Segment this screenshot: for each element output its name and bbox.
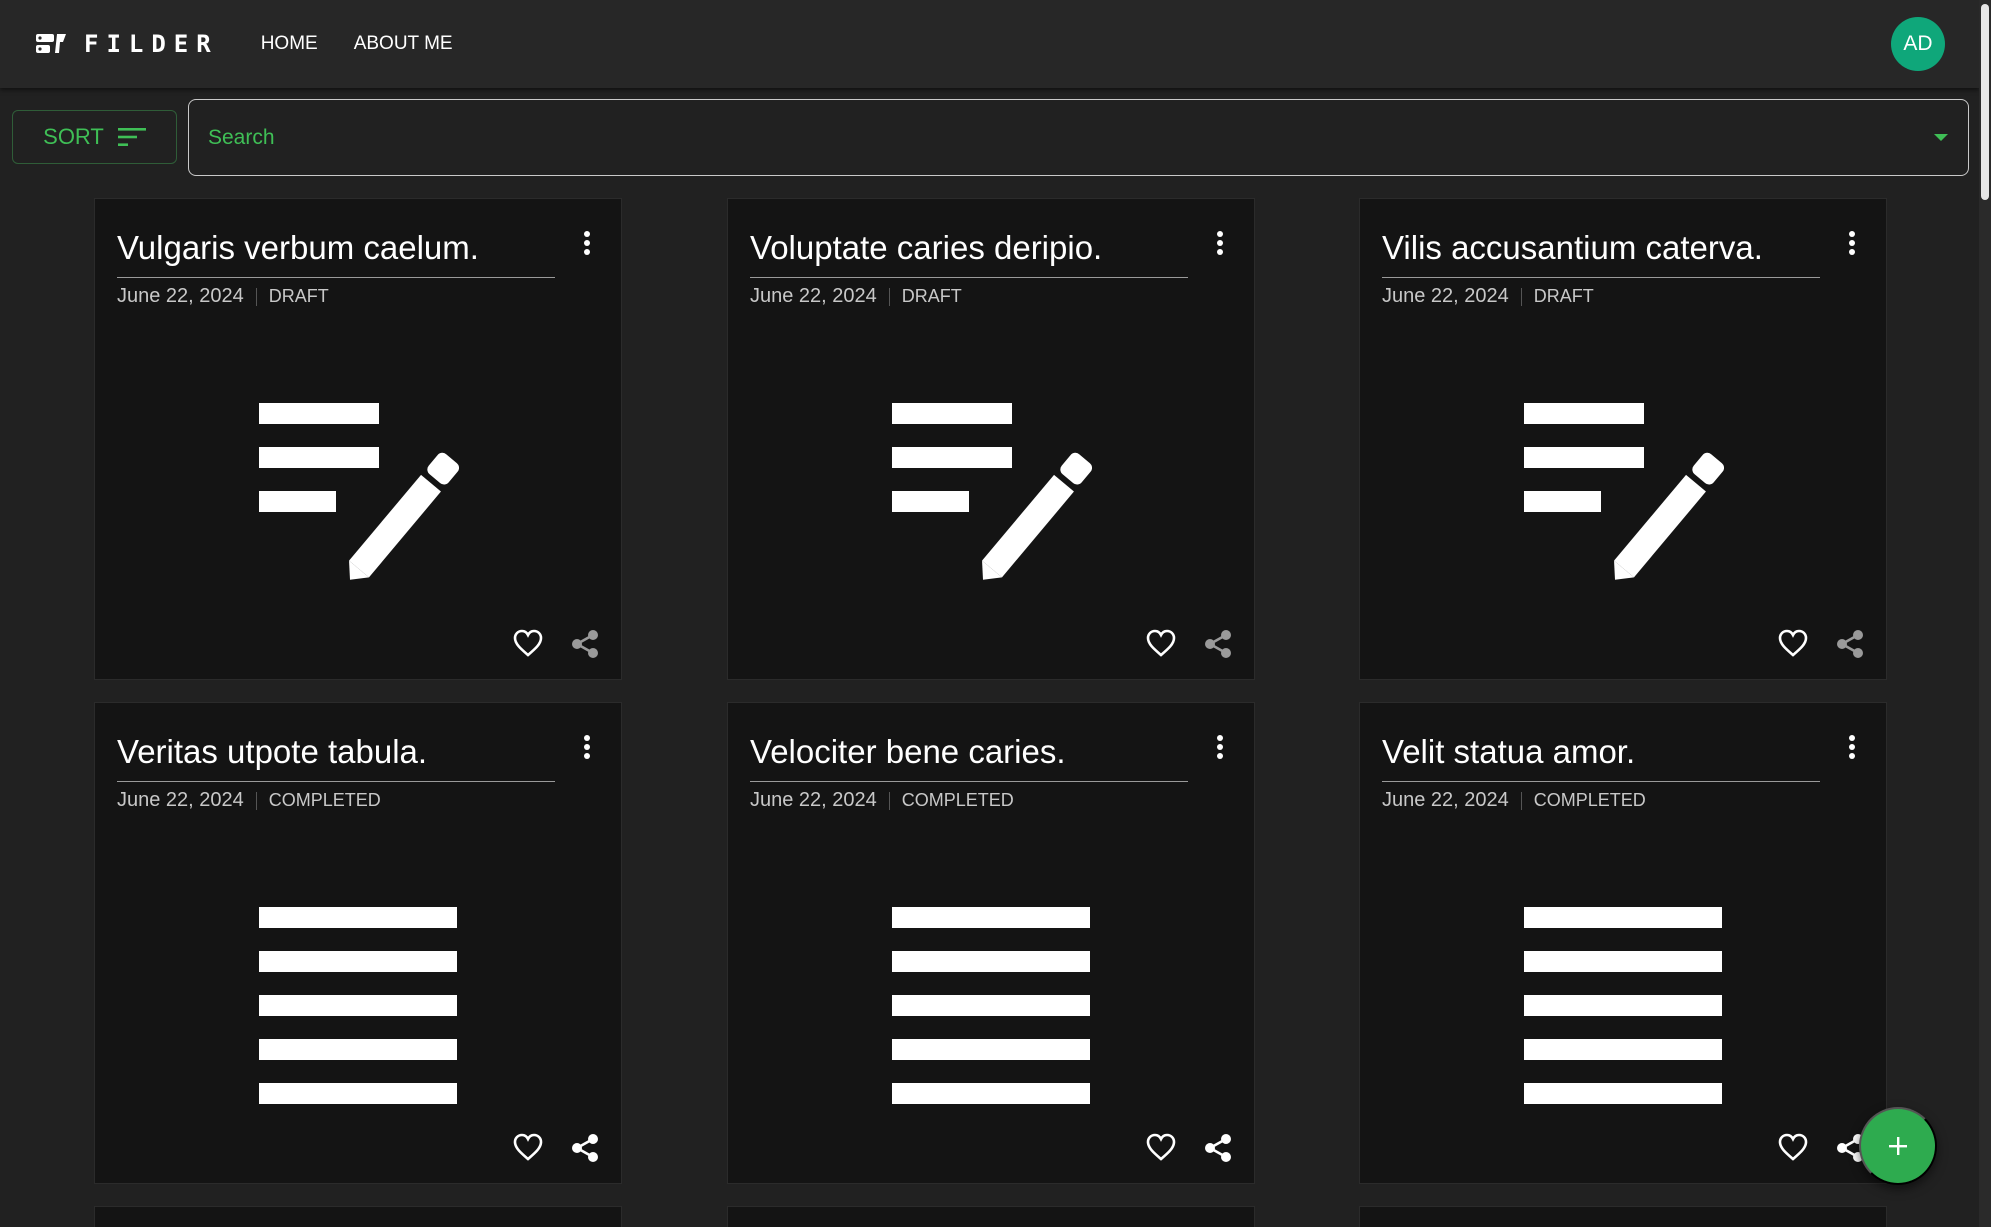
scrollbar[interactable]: [1979, 0, 1991, 1227]
share-icon[interactable]: [1204, 629, 1232, 659]
title-divider: [1382, 277, 1820, 278]
more-options-icon[interactable]: [583, 231, 591, 257]
user-avatar[interactable]: AD: [1891, 17, 1945, 71]
logo-icon: [36, 34, 66, 53]
card-partial[interactable]: [94, 1206, 622, 1227]
nav-home[interactable]: HOME: [243, 25, 336, 63]
title-divider: [117, 277, 555, 278]
search-input[interactable]: [208, 125, 1858, 150]
sort-label: SORT: [43, 124, 104, 149]
note-card[interactable]: Veritas utpote tabula. June 22, 2024 COM…: [94, 702, 622, 1184]
favorite-icon[interactable]: [513, 1133, 543, 1161]
card-meta: June 22, 2024 COMPLETED: [117, 789, 381, 812]
more-options-icon[interactable]: [1848, 231, 1856, 257]
dropdown-arrow-icon[interactable]: [1934, 134, 1948, 141]
card-partial[interactable]: [727, 1206, 1255, 1227]
title-divider: [1382, 781, 1820, 782]
card-title[interactable]: Vulgaris verbum caelum.: [117, 229, 479, 267]
card-title[interactable]: Velit statua amor.: [1382, 733, 1635, 771]
title-divider: [750, 781, 1188, 782]
status-badge: DRAFT: [901, 286, 962, 306]
brand[interactable]: FILDER: [36, 30, 219, 58]
card-date: June 22, 2024: [1382, 789, 1509, 811]
more-options-icon[interactable]: [1216, 735, 1224, 761]
title-divider: [750, 277, 1188, 278]
card-date: June 22, 2024: [750, 789, 877, 811]
text-lines-icon: [892, 907, 1090, 1104]
app-bar: FILDER HOME ABOUT ME AD: [0, 0, 1979, 88]
favorite-icon[interactable]: [1778, 1133, 1808, 1161]
text-lines-icon: [1524, 907, 1722, 1104]
favorite-icon[interactable]: [1146, 1133, 1176, 1161]
meta-divider: [888, 287, 890, 306]
more-options-icon[interactable]: [1216, 231, 1224, 257]
scrollbar-thumb[interactable]: [1981, 4, 1989, 200]
meta-divider: [888, 791, 890, 810]
card-meta: June 22, 2024 COMPLETED: [750, 789, 1014, 812]
card-meta: June 22, 2024 DRAFT: [117, 285, 329, 308]
sort-icon: [117, 128, 146, 146]
note-card[interactable]: Velociter bene caries. June 22, 2024 COM…: [727, 702, 1255, 1184]
share-icon[interactable]: [1836, 629, 1864, 659]
share-icon[interactable]: [571, 1133, 599, 1163]
card-title[interactable]: Vilis accusantium caterva.: [1382, 229, 1763, 267]
share-icon[interactable]: [571, 629, 599, 659]
status-badge: COMPLETED: [268, 790, 381, 810]
card-date: June 22, 2024: [117, 285, 244, 307]
favorite-icon[interactable]: [1778, 629, 1808, 657]
title-divider: [117, 781, 555, 782]
status-badge: COMPLETED: [1533, 790, 1646, 810]
more-options-icon[interactable]: [583, 735, 591, 761]
share-icon[interactable]: [1204, 1133, 1232, 1163]
edit-note-icon: [892, 403, 1092, 580]
more-options-icon[interactable]: [1848, 735, 1856, 761]
card-meta: June 22, 2024 DRAFT: [1382, 285, 1594, 308]
meta-divider: [1520, 791, 1522, 810]
text-lines-icon: [259, 907, 457, 1104]
add-button[interactable]: [1859, 1107, 1937, 1185]
card-title[interactable]: Voluptate caries deripio.: [750, 229, 1102, 267]
card-meta: June 22, 2024 DRAFT: [750, 285, 962, 308]
card-title[interactable]: Velociter bene caries.: [750, 733, 1066, 771]
edit-note-icon: [1524, 403, 1724, 580]
card-date: June 22, 2024: [1382, 285, 1509, 307]
main-nav: HOME ABOUT ME: [243, 25, 471, 63]
note-card[interactable]: Velit statua amor. June 22, 2024 COMPLET…: [1359, 702, 1887, 1184]
edit-note-icon: [259, 403, 459, 580]
note-card[interactable]: Voluptate caries deripio. June 22, 2024 …: [727, 198, 1255, 680]
card-date: June 22, 2024: [750, 285, 877, 307]
meta-divider: [255, 791, 257, 810]
nav-about-me[interactable]: ABOUT ME: [336, 25, 471, 63]
card-title[interactable]: Veritas utpote tabula.: [117, 733, 427, 771]
sort-button[interactable]: SORT: [12, 110, 177, 164]
note-card[interactable]: Vilis accusantium caterva. June 22, 2024…: [1359, 198, 1887, 680]
card-partial[interactable]: [1359, 1206, 1887, 1227]
note-card[interactable]: Vulgaris verbum caelum. June 22, 2024 DR…: [94, 198, 622, 680]
meta-divider: [255, 287, 257, 306]
favorite-icon[interactable]: [1146, 629, 1176, 657]
card-date: June 22, 2024: [117, 789, 244, 811]
status-badge: COMPLETED: [901, 790, 1014, 810]
favorite-icon[interactable]: [513, 629, 543, 657]
search-box[interactable]: [188, 99, 1969, 176]
card-meta: June 22, 2024 COMPLETED: [1382, 789, 1646, 812]
plus-icon: [1889, 1137, 1907, 1155]
status-badge: DRAFT: [268, 286, 329, 306]
brand-name: FILDER: [84, 30, 219, 58]
status-badge: DRAFT: [1533, 286, 1594, 306]
meta-divider: [1520, 287, 1522, 306]
